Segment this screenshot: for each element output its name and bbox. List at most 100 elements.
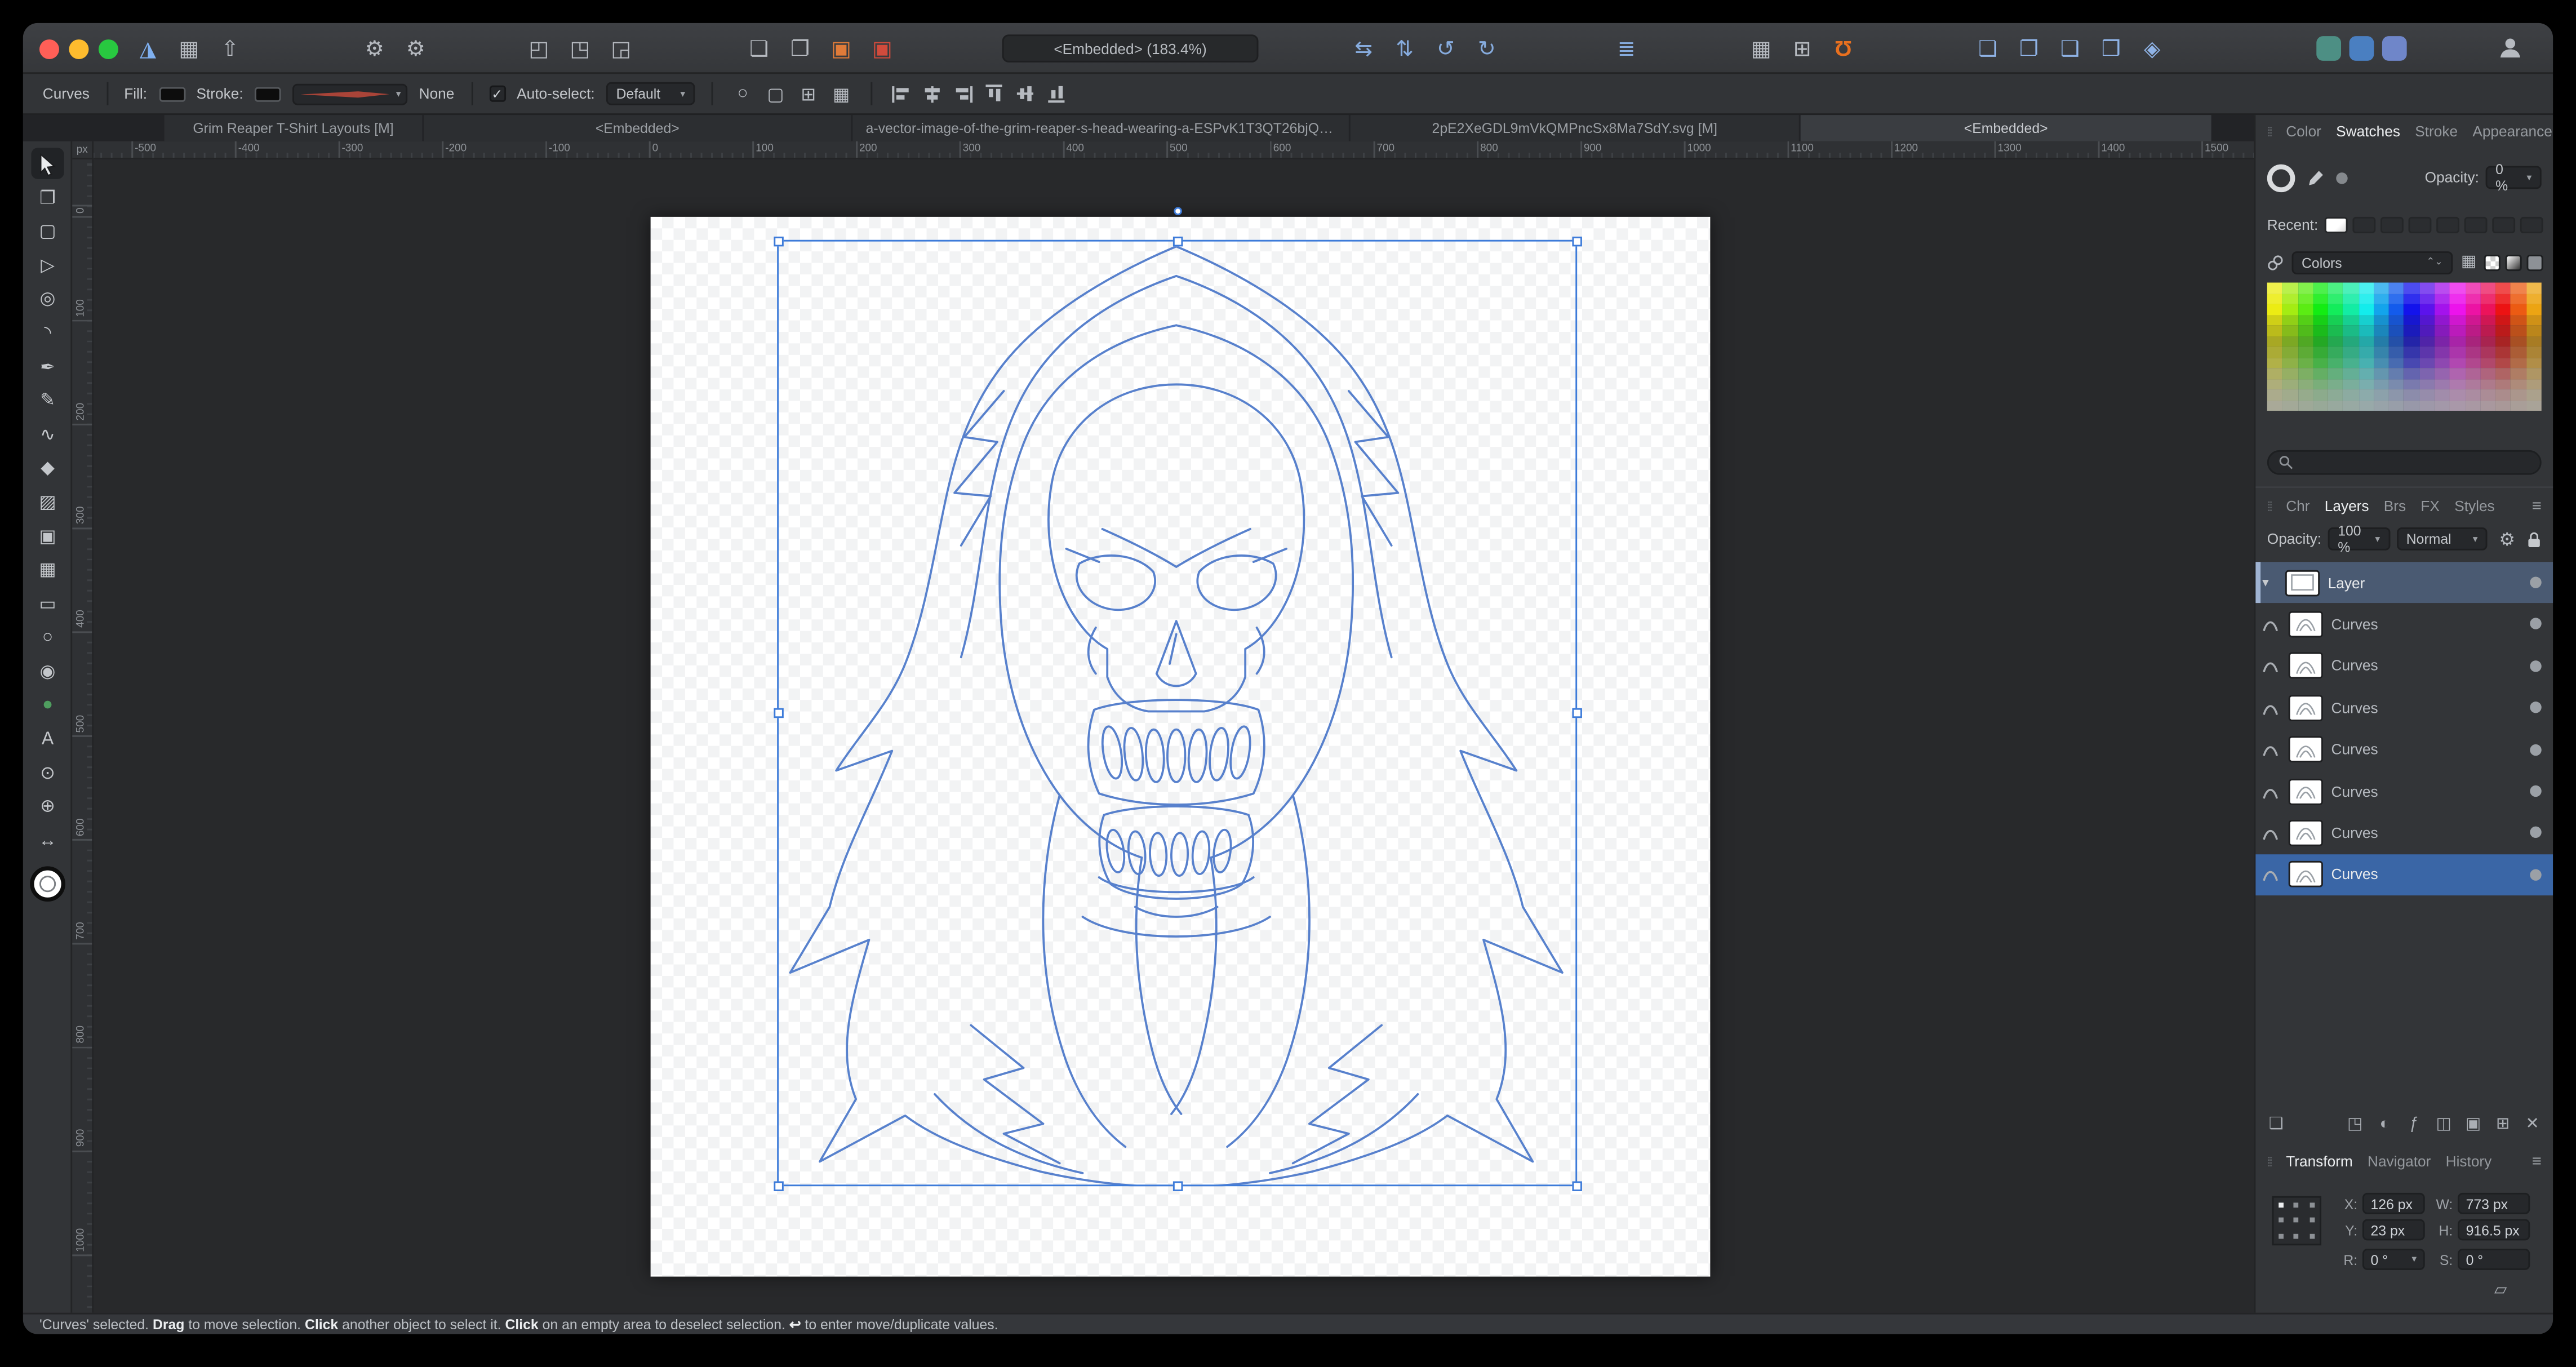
palette-swatch[interactable] <box>2267 304 2282 315</box>
tab-navigator[interactable]: Navigator <box>2368 1153 2431 1170</box>
place-image-tool[interactable]: ▣ <box>31 520 64 551</box>
rotate-cw-icon[interactable]: ↻ <box>1471 32 1503 65</box>
palette-swatch[interactable] <box>2359 325 2374 336</box>
palette-swatch[interactable] <box>2374 379 2390 390</box>
palette-swatch[interactable] <box>2312 293 2329 304</box>
palette-swatch[interactable] <box>2419 336 2435 347</box>
layer-visibility-toggle[interactable] <box>2530 868 2542 881</box>
snap-candidates-icon[interactable]: ⊞ <box>1786 32 1818 65</box>
palette-swatch[interactable] <box>2389 379 2405 390</box>
palette-swatch[interactable] <box>2343 357 2359 369</box>
canvas[interactable] <box>94 159 2254 1313</box>
pixel-preview-icon[interactable] <box>2382 36 2407 61</box>
flip-horizontal-icon[interactable]: ⇆ <box>1347 32 1380 65</box>
palette-swatch[interactable] <box>2297 293 2313 304</box>
tab-appearance[interactable]: Appearance <box>2472 123 2552 140</box>
palette-select-dropdown[interactable]: Colors ⌃⌄ <box>2291 250 2453 274</box>
none-swatch[interactable] <box>2485 254 2502 270</box>
pencil-tool[interactable]: ✎ <box>31 385 64 416</box>
transform-anchor-selector[interactable] <box>2272 1196 2322 1246</box>
layer-visibility-toggle[interactable] <box>2530 827 2542 839</box>
palette-swatch[interactable] <box>2511 282 2526 294</box>
color-wheel-icon[interactable] <box>2267 163 2295 192</box>
palette-swatch[interactable] <box>2343 389 2359 400</box>
swatch-search-box[interactable] <box>2267 450 2542 475</box>
palette-swatch[interactable] <box>2267 368 2282 379</box>
palette-swatch[interactable] <box>2282 389 2298 400</box>
palette-swatch[interactable] <box>2282 336 2298 347</box>
palette-swatch[interactable] <box>2435 368 2450 379</box>
palette-swatch[interactable] <box>2526 325 2542 336</box>
palette-swatch[interactable] <box>2526 336 2542 347</box>
palette-swatch[interactable] <box>2312 304 2329 315</box>
palette-swatch[interactable] <box>2526 293 2542 304</box>
align-bottom-icon[interactable] <box>1047 81 1067 106</box>
palette-swatch[interactable] <box>2450 400 2466 411</box>
palette-swatch[interactable] <box>2328 389 2344 400</box>
layer-visibility-toggle[interactable] <box>2530 743 2542 756</box>
vector-crop-tool[interactable]: ▦ <box>31 554 64 585</box>
palette-swatch[interactable] <box>2511 325 2526 336</box>
palette-swatch[interactable] <box>2480 389 2496 400</box>
palette-swatch[interactable] <box>2297 325 2313 336</box>
palette-swatch[interactable] <box>2282 282 2298 294</box>
tab-layers[interactable]: Layers <box>2325 498 2369 514</box>
insert-behind-icon[interactable]: ◲ <box>605 32 637 65</box>
palette-swatch[interactable] <box>2389 400 2405 411</box>
palette-swatch[interactable] <box>2526 357 2542 369</box>
snap-options-icon[interactable]: ⊞ <box>795 81 821 107</box>
layer-thumbnail[interactable] <box>2288 778 2323 805</box>
palette-swatch[interactable] <box>2282 368 2298 379</box>
move-tool[interactable] <box>31 148 64 179</box>
palette-swatch[interactable] <box>2328 304 2344 315</box>
grim-reaper-artwork[interactable] <box>777 240 1577 1187</box>
palette-swatch[interactable] <box>2359 282 2374 294</box>
adjustment-layer-icon[interactable]: ◐ <box>2375 1116 2393 1134</box>
layer-row[interactable]: Curves <box>2255 729 2553 770</box>
palette-swatch[interactable] <box>2404 347 2420 358</box>
palette-swatch[interactable] <box>2297 336 2313 347</box>
palette-swatch[interactable] <box>2511 347 2526 358</box>
tab-swatches[interactable]: Swatches <box>2336 123 2400 140</box>
shape-tool[interactable]: ● <box>31 689 64 720</box>
palette-swatch[interactable] <box>2419 400 2435 411</box>
close-window-button[interactable] <box>39 39 59 59</box>
palette-swatch[interactable] <box>2450 293 2466 304</box>
tab-chr[interactable]: Chr <box>2286 498 2309 514</box>
palette-swatch[interactable] <box>2312 336 2329 347</box>
palette-swatch[interactable] <box>2495 325 2511 336</box>
palette-swatch[interactable] <box>2312 379 2329 390</box>
document-tab[interactable]: Grim Reaper T-Shirt Layouts [M] <box>164 115 423 141</box>
layer-thumbnail[interactable] <box>2288 819 2323 846</box>
palette-swatch[interactable] <box>2267 336 2282 347</box>
palette-swatch[interactable] <box>2435 304 2450 315</box>
palette-swatch[interactable] <box>2495 389 2511 400</box>
palette-swatch[interactable] <box>2374 293 2390 304</box>
palette-swatch[interactable] <box>2389 347 2405 358</box>
pixel-persona-icon[interactable]: ▦ <box>172 32 205 65</box>
blend-mode-dropdown[interactable]: Normal ▾ <box>2396 527 2488 551</box>
palette-swatch[interactable] <box>2465 400 2481 411</box>
mask-layer-icon[interactable]: ◫ <box>2435 1116 2453 1134</box>
palette-swatch[interactable] <box>2419 368 2435 379</box>
palette-swatch[interactable] <box>2480 293 2496 304</box>
palette-swatch[interactable] <box>2495 400 2511 411</box>
palette-swatch[interactable] <box>2343 314 2359 326</box>
palette-swatch[interactable] <box>2328 325 2344 336</box>
y-field[interactable]: 23 px <box>2362 1219 2425 1241</box>
palette-swatch[interactable] <box>2465 347 2481 358</box>
palette-swatch[interactable] <box>2404 400 2420 411</box>
ellipse-tool[interactable]: ○ <box>31 622 64 653</box>
layer-row[interactable]: Curves <box>2255 771 2553 812</box>
palette-swatch[interactable] <box>2480 336 2496 347</box>
recent-swatch-slot[interactable] <box>2436 216 2460 234</box>
export-persona-icon[interactable]: ⇧ <box>214 32 246 65</box>
palette-swatch[interactable] <box>2526 347 2542 358</box>
layer-visibility-toggle[interactable] <box>2530 702 2542 714</box>
palette-swatch[interactable] <box>2511 379 2526 390</box>
palette-swatch[interactable] <box>2282 325 2298 336</box>
boolean-divide-icon[interactable]: ❒ <box>2095 32 2128 65</box>
recent-swatch-slot[interactable] <box>2352 216 2376 234</box>
palette-swatch[interactable] <box>2465 325 2481 336</box>
layer-thumbnail[interactable] <box>2288 694 2323 721</box>
